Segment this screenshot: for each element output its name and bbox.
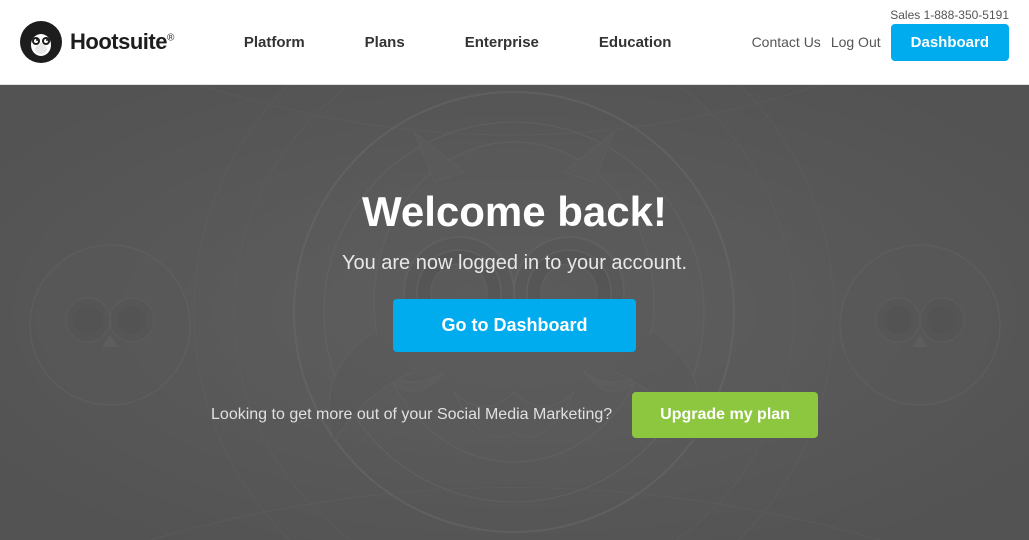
hero-section: Welcome back! You are now logged in to y…: [0, 85, 1029, 540]
logo-text: Hootsuite®: [70, 29, 174, 55]
hootsuite-owl-icon: [20, 21, 62, 63]
welcome-title: Welcome back!: [362, 188, 667, 236]
right-nav: Contact Us Log Out Dashboard: [752, 24, 1009, 61]
header: Sales 1-888-350-5191 Hootsuite® Plat: [0, 0, 1029, 85]
sales-phone: Sales 1-888-350-5191: [890, 8, 1009, 22]
welcome-subtitle: You are now logged in to your account.: [342, 252, 687, 275]
upgrade-button[interactable]: Upgrade my plan: [632, 392, 818, 438]
contact-us-link[interactable]: Contact Us: [752, 34, 821, 50]
hero-content: Welcome back! You are now logged in to y…: [342, 188, 687, 352]
logo-area: Hootsuite®: [20, 21, 174, 63]
goto-dashboard-button[interactable]: Go to Dashboard: [393, 299, 635, 352]
main-nav: Platform Plans Enterprise Education: [214, 34, 752, 51]
upgrade-bar: Looking to get more out of your Social M…: [211, 392, 818, 438]
nav-item-enterprise[interactable]: Enterprise: [435, 34, 569, 51]
nav-item-education[interactable]: Education: [569, 34, 702, 51]
upgrade-text: Looking to get more out of your Social M…: [211, 406, 612, 424]
nav-item-plans[interactable]: Plans: [335, 34, 435, 51]
nav-item-platform[interactable]: Platform: [214, 34, 335, 51]
dashboard-button[interactable]: Dashboard: [891, 24, 1009, 61]
logout-link[interactable]: Log Out: [831, 34, 881, 50]
